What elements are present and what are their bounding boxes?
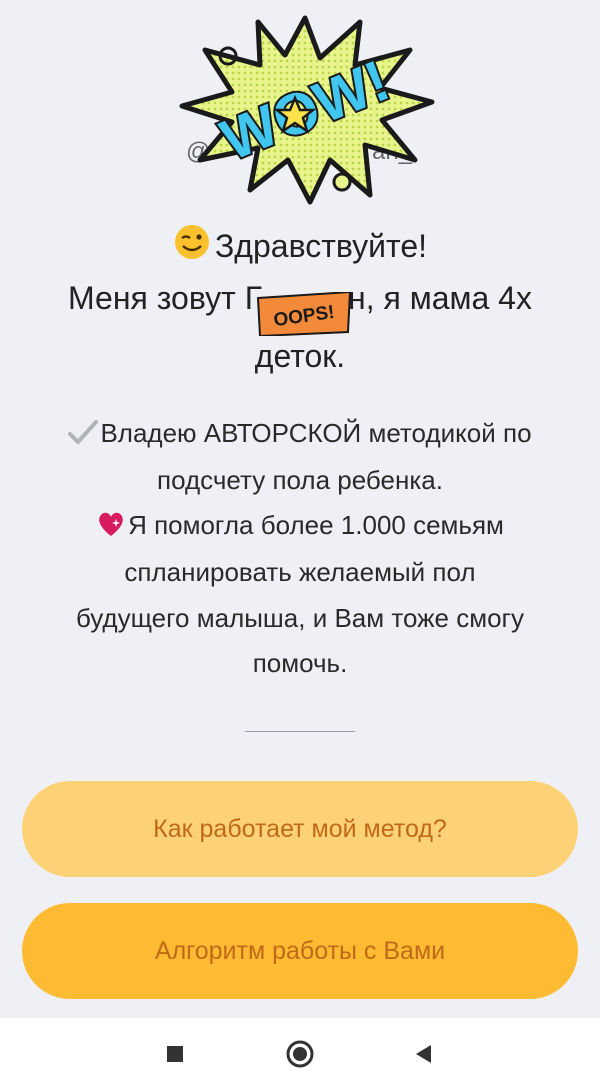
home-circle-icon[interactable] (278, 1032, 322, 1076)
link-page: @ an_ WOW! (0, 0, 600, 1018)
about-line-2: подсчету пола ребенка. (157, 465, 443, 495)
recents-square-icon[interactable] (153, 1032, 197, 1076)
system-nav-bar (0, 1018, 600, 1089)
oops-sticker: OOPS! (256, 290, 352, 338)
greeting-line-3: деток. (254, 338, 346, 374)
method-button[interactable]: Как работает мой метод? (22, 781, 578, 877)
greeting-hello: Здравствуйте! (214, 228, 428, 264)
winking-face-icon (173, 223, 211, 276)
wow-sticker: WOW! (170, 10, 440, 210)
check-mark-icon (68, 414, 99, 461)
greeting-name-end: н, я мама 4х (348, 280, 532, 316)
about-line-3: Я помогла более 1.000 семьям (20, 502, 580, 553)
divider (245, 731, 355, 732)
greeting-name-start: Меня зовут Г (68, 280, 263, 316)
sparkling-heart-icon (96, 506, 126, 553)
greeting-line-1: Здравствуйте! (0, 220, 600, 276)
about-line-6: помочь. (252, 648, 348, 678)
about-line-4: спланировать желаемый пол (124, 557, 476, 587)
back-triangle-icon[interactable] (401, 1032, 445, 1076)
algorithm-button[interactable]: Алгоритм работы с Вами (22, 903, 578, 999)
about-line-5: будущего малыша, и Вам тоже смогу (75, 603, 525, 633)
about-line-1: Владею АВТОРСКОЙ методикой по (20, 410, 580, 461)
